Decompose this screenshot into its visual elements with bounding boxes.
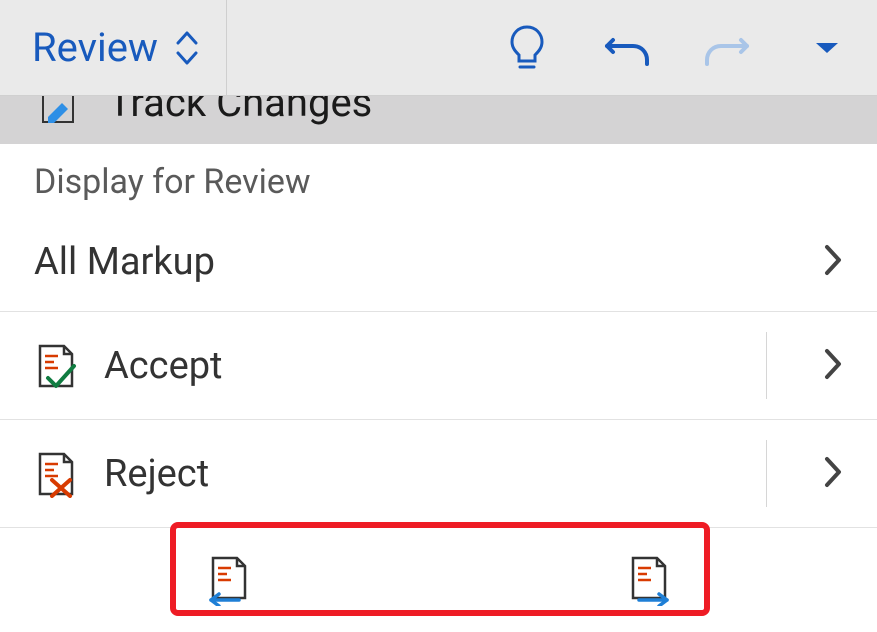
toolbar: Review xyxy=(0,0,877,96)
reject-row[interactable]: Reject xyxy=(0,420,877,528)
document-prev-icon xyxy=(205,554,253,606)
split-divider xyxy=(766,332,767,399)
chevron-right-icon xyxy=(823,455,843,493)
more-dropdown[interactable] xyxy=(777,0,877,95)
chevron-right-icon xyxy=(823,243,843,281)
undo-icon xyxy=(603,26,651,70)
all-markup-label: All Markup xyxy=(34,240,823,284)
reject-label: Reject xyxy=(104,452,823,496)
redo-button[interactable] xyxy=(677,0,777,95)
review-tab-label: Review xyxy=(32,24,158,71)
next-change-button[interactable] xyxy=(619,554,679,606)
triangle-down-icon xyxy=(814,40,840,56)
track-changes-row[interactable]: Track Changes xyxy=(0,96,877,144)
document-next-icon xyxy=(625,554,673,606)
lightbulb-icon xyxy=(507,23,547,73)
updown-icon xyxy=(176,31,198,65)
split-divider xyxy=(766,440,767,507)
all-markup-row[interactable]: All Markup xyxy=(0,212,877,312)
chevron-right-icon xyxy=(823,347,843,385)
display-for-review-header: Display for Review xyxy=(0,144,877,212)
track-changes-label: Track Changes xyxy=(108,96,372,126)
accept-icon xyxy=(34,342,78,390)
previous-change-button[interactable] xyxy=(199,554,259,606)
reject-icon xyxy=(34,450,78,498)
accept-label: Accept xyxy=(104,344,823,388)
accept-row[interactable]: Accept xyxy=(0,312,877,420)
undo-button[interactable] xyxy=(577,0,677,95)
nav-row xyxy=(0,528,877,632)
track-changes-icon xyxy=(40,96,78,131)
tell-me-button[interactable] xyxy=(477,0,577,95)
review-tab[interactable]: Review xyxy=(0,0,227,95)
redo-icon xyxy=(703,26,751,70)
